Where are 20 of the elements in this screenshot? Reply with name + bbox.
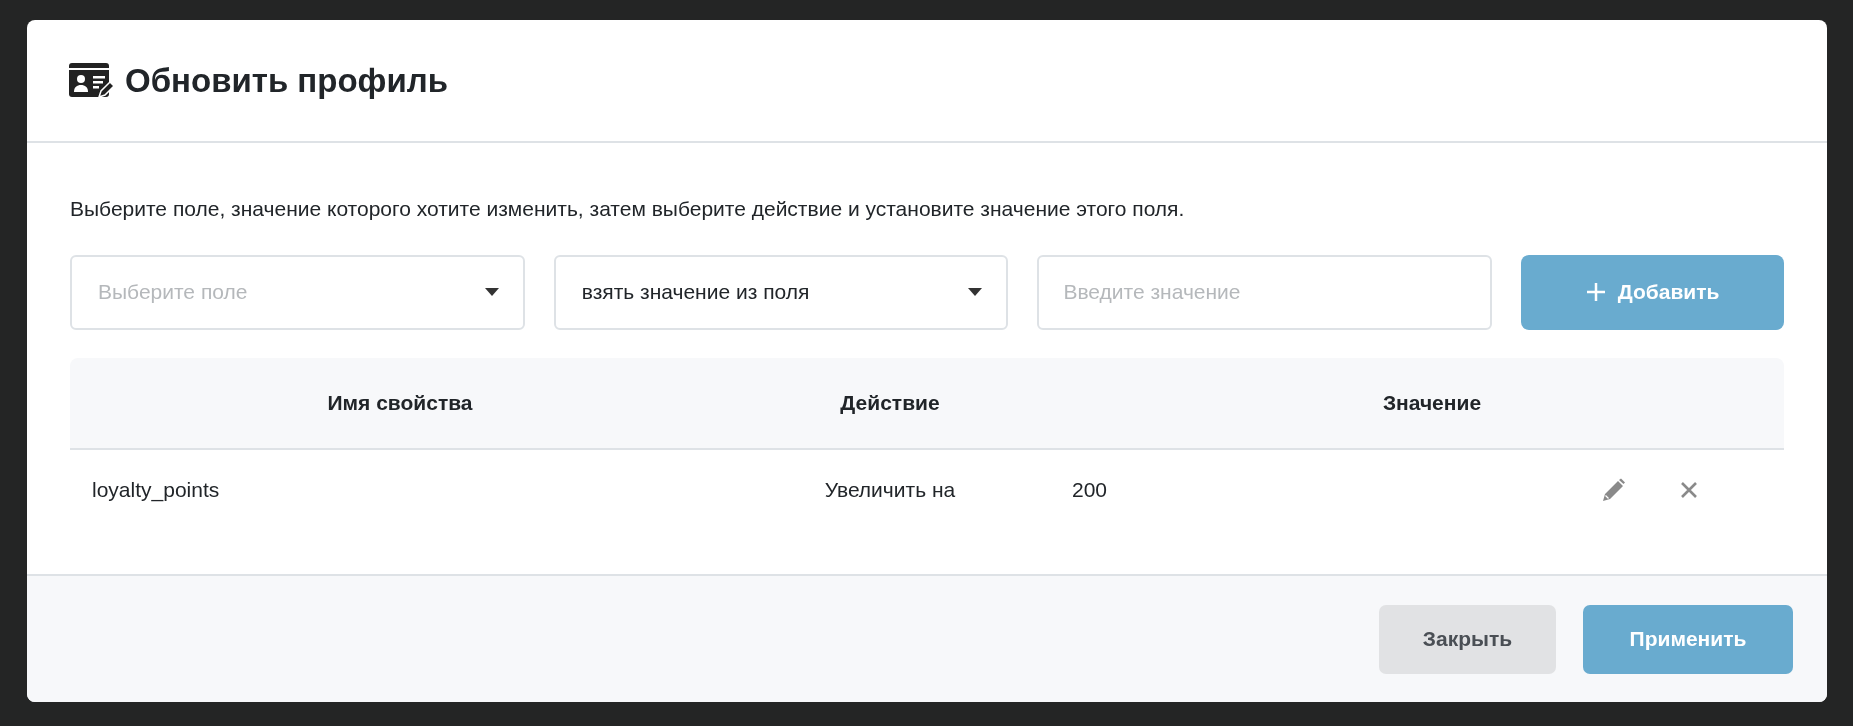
caret-icon	[968, 288, 983, 296]
plus-icon	[1585, 282, 1606, 302]
table-cell: loyalty_points	[92, 477, 220, 501]
delete-icon[interactable]	[1680, 480, 1698, 499]
id-card-icon	[69, 62, 113, 99]
apply-button[interactable]: Применить	[1583, 604, 1793, 674]
instruction-text: Выберите поле, значение которого хотите изменить, затем выберите действие и установите значение этого поля.	[70, 196, 1186, 222]
dialog-title: Обновить профиль	[125, 60, 448, 101]
close-button[interactable]: Закрыть	[1379, 604, 1556, 674]
caret-icon	[484, 288, 499, 296]
column-header: Действие	[840, 390, 940, 414]
table-cell: 200	[1072, 477, 1108, 501]
column-header: Имя свойства	[327, 390, 473, 414]
action-select[interactable]: взять значение из поля	[553, 254, 1009, 330]
add-button[interactable]: Добавить	[1521, 254, 1784, 330]
value-input[interactable]: Введите значение	[1037, 254, 1493, 330]
edit-icon[interactable]	[1602, 477, 1626, 502]
column-header: Значение	[1382, 390, 1482, 414]
field-select[interactable]: Выберите поле	[70, 254, 525, 330]
table-cell: Увеличить на	[824, 477, 956, 501]
